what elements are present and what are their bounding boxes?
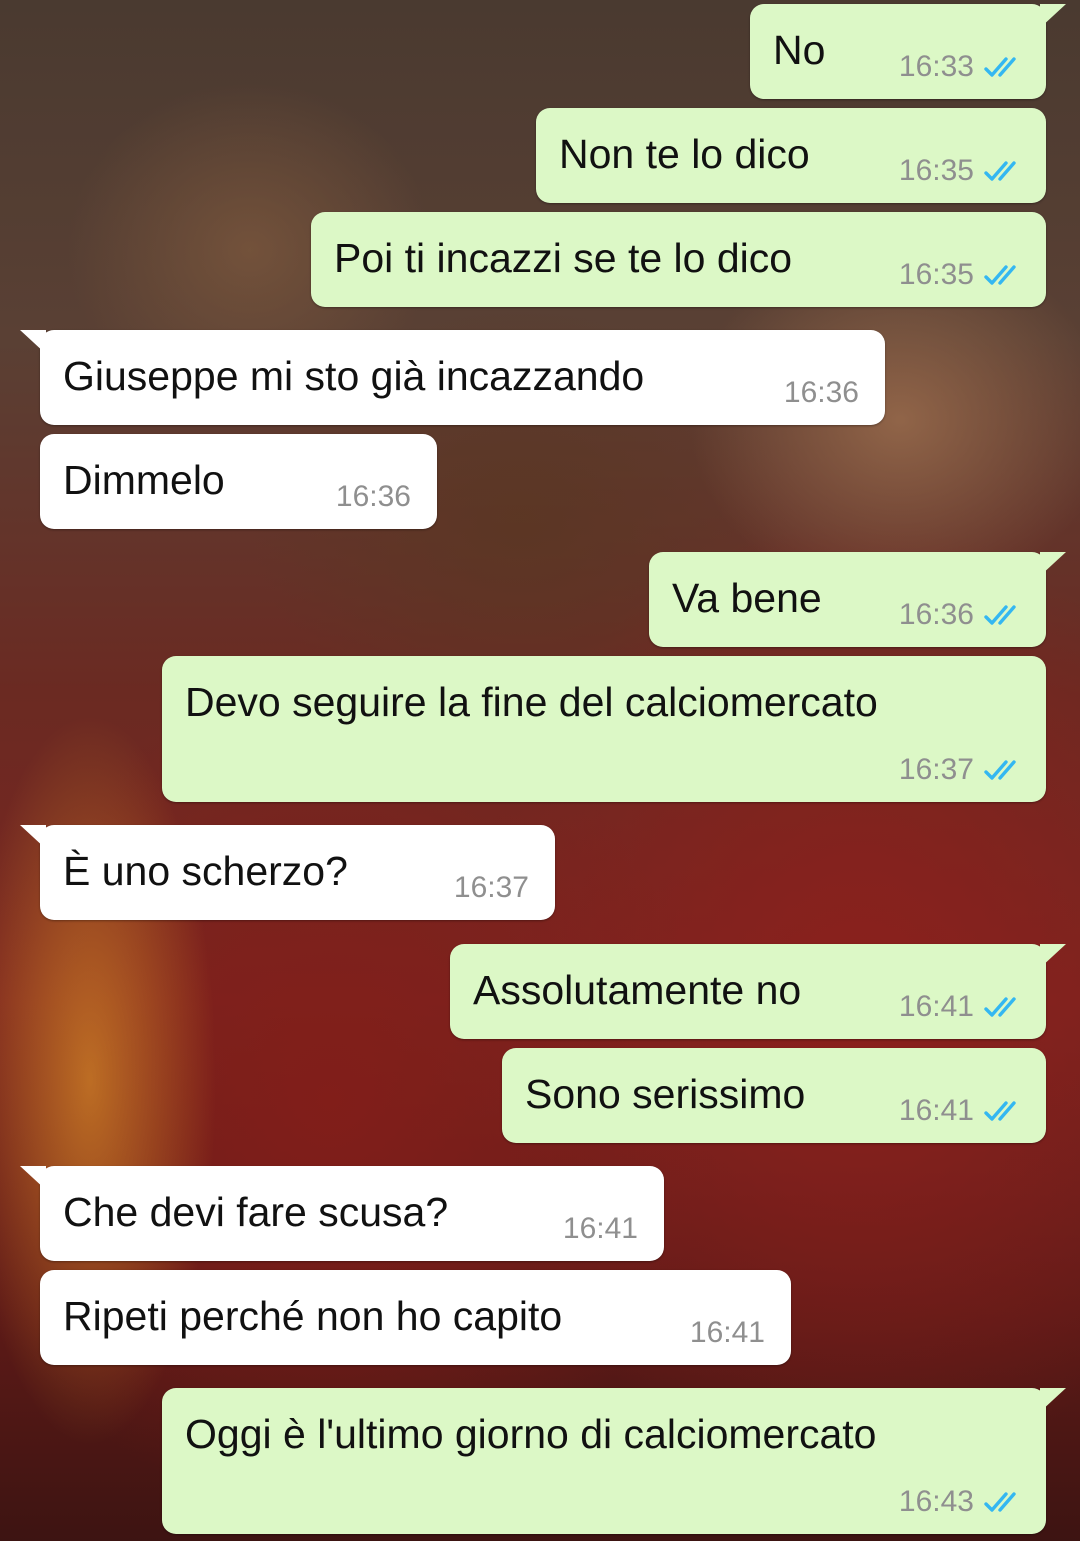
message-text: Oggi è l'ultimo giorno di calciomercato [185,1411,877,1457]
message-meta: 16:41 [563,1213,638,1245]
message-time: 16:36 [783,376,859,409]
message-meta: 16:41 [690,1317,765,1349]
message-meta: 16:35 [899,259,1024,291]
message-meta: 16:35 [899,155,1024,187]
double-check-icon [984,605,1016,625]
message-bubble-outgoing[interactable]: Non te lo dico 16:35 [536,108,1046,203]
message-text: Ripeti perché non ho capito [63,1293,563,1339]
message-bubble-outgoing[interactable]: Poi ti incazzi se te lo dico 16:35 [311,212,1046,307]
message-bubble-outgoing[interactable]: Va bene 16:36 [649,552,1066,647]
message-text: Sono serissimo [525,1071,806,1117]
message-text: No [773,27,826,73]
message-time: 16:35 [898,258,974,291]
double-check-icon [984,265,1016,285]
message-bubble-outgoing[interactable]: Assolutamente no 16:41 [450,944,1066,1039]
message-meta: 16:33 [899,51,1024,83]
message-time: 16:36 [898,598,974,631]
message-bubble-incoming[interactable]: Giuseppe mi sto già incazzando 16:36 [20,330,885,425]
message-bubble-outgoing[interactable]: Oggi è l'ultimo giorno di calciomercato … [162,1388,1066,1534]
message-time: 16:41 [689,1316,765,1349]
message-time: 16:36 [335,480,411,513]
message-text: Poi ti incazzi se te lo dico [334,235,793,281]
message-meta: 16:41 [899,991,1024,1023]
message-meta: 16:41 [899,1095,1024,1127]
message-time: 16:41 [562,1212,638,1245]
message-bubble-incoming[interactable]: Dimmelo 16:36 [40,434,437,529]
message-meta: 16:37 [899,754,1024,786]
double-check-icon [984,1101,1016,1121]
message-meta: 16:43 [899,1486,1024,1518]
message-time: 16:33 [898,50,974,83]
message-text: Che devi fare scusa? [63,1189,449,1235]
double-check-icon [984,161,1016,181]
message-meta: 16:36 [784,377,859,409]
message-text: Non te lo dico [559,131,810,177]
double-check-icon [984,997,1016,1017]
message-bubble-incoming[interactable]: È uno scherzo? 16:37 [20,825,555,920]
message-bubble-incoming[interactable]: Ripeti perché non ho capito 16:41 [40,1270,791,1365]
message-meta: 16:37 [454,872,529,904]
double-check-icon [984,760,1016,780]
message-time: 16:37 [898,753,974,786]
message-meta: 16:36 [336,481,411,513]
double-check-icon [984,1492,1016,1512]
message-text: Dimmelo [63,457,225,503]
message-bubble-outgoing[interactable]: Sono serissimo 16:41 [502,1048,1046,1143]
message-text: Assolutamente no [473,967,802,1013]
message-text: È uno scherzo? [63,848,348,894]
message-time: 16:43 [898,1485,974,1518]
message-text: Devo seguire la fine del calciomercato [185,679,878,725]
message-bubble-outgoing[interactable]: Devo seguire la fine del calciomercato 1… [162,656,1046,802]
message-text: Giuseppe mi sto già incazzando [63,353,645,399]
message-time: 16:41 [898,990,974,1023]
double-check-icon [984,57,1016,77]
message-text: Va bene [672,575,822,621]
message-meta: 16:36 [899,599,1024,631]
message-bubble-incoming[interactable]: Che devi fare scusa? 16:41 [20,1166,664,1261]
chat-conversation[interactable]: No 16:33 Non te lo dico 16:35 Poi ti inc… [0,0,1080,1541]
message-time: 16:35 [898,154,974,187]
message-time: 16:41 [898,1094,974,1127]
message-time: 16:37 [453,871,529,904]
message-bubble-outgoing[interactable]: No 16:33 [750,4,1066,99]
